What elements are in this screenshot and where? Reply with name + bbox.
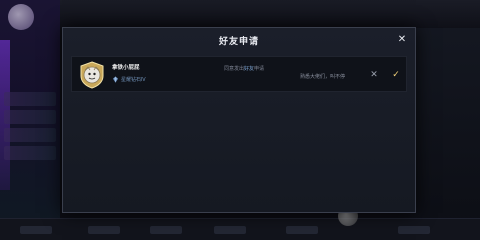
background-tab <box>150 226 182 234</box>
background-tab <box>214 226 246 234</box>
accept-button[interactable]: ✓ <box>390 69 402 81</box>
player-avatar[interactable] <box>78 61 106 89</box>
background-tab <box>286 226 318 234</box>
dialog-title: 好友申请 <box>218 36 259 47</box>
player-rank: 星耀钻石Ⅳ <box>112 76 146 83</box>
request-message-suffix: 申请 <box>254 66 265 72</box>
dialog-header: 好友申请 <box>63 28 415 52</box>
request-message-prefix: 同意发出 <box>224 66 245 72</box>
background-row <box>4 92 56 106</box>
background-topbar <box>60 0 480 28</box>
reject-button[interactable]: ✕ <box>368 69 380 81</box>
background-row <box>4 128 56 142</box>
friend-request-dialog: 好友申请 ✕ 拿铁小屁屁 星耀钻石Ⅳ 同意发出好友申请 熟悉大佬们，叫不停 ✕ … <box>62 27 416 213</box>
background-tab <box>398 226 430 234</box>
background-row <box>4 110 56 124</box>
friend-request-row: 拿铁小屁屁 星耀钻石Ⅳ 同意发出好友申请 熟悉大佬们，叫不停 ✕ ✓ <box>71 56 407 92</box>
rank-text: 星耀钻石Ⅳ <box>121 77 146 83</box>
background-right-panel <box>410 28 480 218</box>
close-icon[interactable]: ✕ <box>397 35 407 45</box>
rank-icon <box>112 76 119 83</box>
background-bottom-bar <box>0 218 480 240</box>
request-note: 熟悉大佬们，叫不停 <box>300 74 346 80</box>
background-row <box>4 146 56 160</box>
background-avatar <box>8 4 34 30</box>
background-sidebar <box>0 0 60 240</box>
player-name: 拿铁小屁屁 <box>112 65 140 71</box>
background-tab <box>20 226 52 234</box>
background-tab <box>88 226 120 234</box>
request-message-highlight: 好友 <box>244 66 255 72</box>
request-message: 同意发出好友申请 <box>224 65 264 72</box>
